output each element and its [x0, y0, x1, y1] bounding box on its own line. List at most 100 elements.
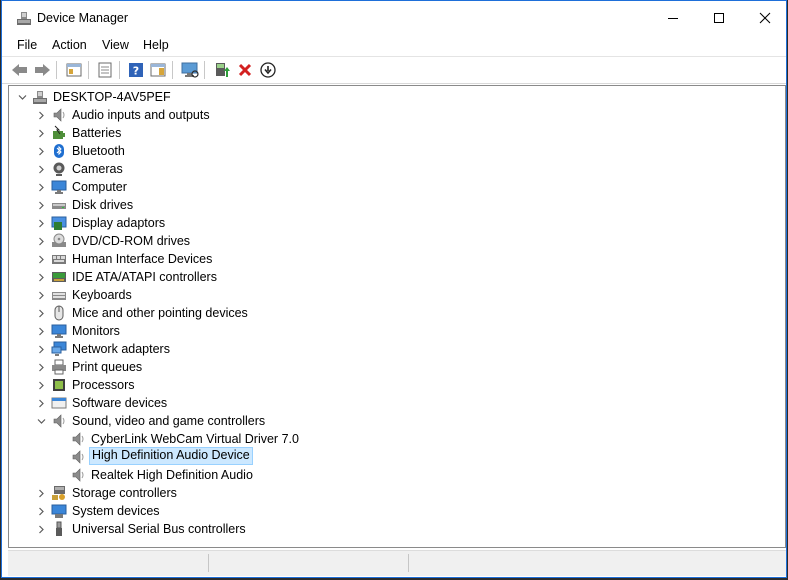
tree-category-storage-controllers[interactable]: Storage controllers	[9, 484, 769, 502]
maximize-icon	[714, 13, 724, 23]
system-icon	[51, 503, 67, 519]
expand-chevron-icon[interactable]	[36, 520, 46, 538]
toolbar-separator	[119, 61, 120, 79]
keyboard-icon	[51, 287, 67, 303]
tree-node-label: Mice and other pointing devices	[72, 306, 248, 320]
close-button[interactable]	[742, 1, 788, 35]
tree-node-label: Bluetooth	[72, 144, 125, 158]
uninstall-button[interactable]	[235, 60, 255, 80]
action-pane-icon	[150, 63, 166, 77]
expand-chevron-icon[interactable]	[36, 502, 46, 520]
tree-node-label: Print queues	[72, 360, 143, 374]
help-button[interactable]: ?	[126, 60, 146, 80]
display-adapter-icon	[51, 215, 67, 231]
monitor-icon	[51, 179, 67, 195]
toolbar-separator	[88, 61, 89, 79]
tree-category-keyboards[interactable]: Keyboards	[9, 286, 769, 304]
tree-root-computer[interactable]: DESKTOP-4AV5PEF	[9, 88, 769, 106]
svg-text:?: ?	[133, 65, 139, 78]
expand-chevron-icon[interactable]	[36, 322, 46, 340]
menu-file[interactable]: File	[17, 38, 37, 52]
expand-chevron-icon[interactable]	[36, 340, 46, 358]
bluetooth-icon	[51, 143, 67, 159]
tree-device-realtek-high-definition-audio[interactable]: Realtek High Definition Audio	[9, 466, 769, 484]
tree-category-disk-drives[interactable]: Disk drives	[9, 196, 769, 214]
expand-chevron-icon[interactable]	[36, 358, 46, 376]
tree-device-high-definition-audio-device[interactable]: High Definition Audio Device	[9, 447, 769, 466]
expand-chevron-icon[interactable]	[36, 214, 46, 232]
console-tree-button[interactable]	[64, 60, 84, 80]
collapse-chevron-icon[interactable]	[36, 412, 46, 430]
toolbar: ?	[2, 57, 786, 84]
device-tree[interactable]: DESKTOP-4AV5PEF Audio inputs and outputs B…	[8, 85, 786, 548]
tree-node-label: Storage controllers	[72, 486, 177, 500]
speaker-icon	[51, 413, 67, 429]
tree-device-cyberlink-webcam-virtual-driver-7-0[interactable]: CyberLink WebCam Virtual Driver 7.0	[9, 430, 769, 448]
tree-node-label: Batteries	[72, 126, 122, 140]
expand-chevron-icon[interactable]	[36, 142, 46, 160]
maximize-button[interactable]	[696, 1, 742, 35]
expand-chevron-icon[interactable]	[36, 178, 46, 196]
tree-node-label: Network adapters	[72, 342, 170, 356]
back-button[interactable]	[10, 60, 30, 80]
tree-category-network-adapters[interactable]: Network adapters	[9, 340, 769, 358]
tree-category-batteries[interactable]: Batteries	[9, 124, 769, 142]
tree-category-display-adaptors[interactable]: Display adaptors	[9, 214, 769, 232]
expand-chevron-icon[interactable]	[36, 484, 46, 502]
tree-category-bluetooth[interactable]: Bluetooth	[9, 142, 769, 160]
expand-chevron-icon[interactable]	[36, 160, 46, 178]
tree-category-monitors[interactable]: Monitors	[9, 322, 769, 340]
tree-category-print-queues[interactable]: Print queues	[9, 358, 769, 376]
tree-node-label: Processors	[72, 378, 135, 392]
tree-category-ide-ata-atapi-controllers[interactable]: IDE ATA/ATAPI controllers	[9, 268, 769, 286]
menu-action[interactable]: Action	[52, 38, 87, 52]
minimize-button[interactable]	[650, 1, 696, 35]
tree-category-system-devices[interactable]: System devices	[9, 502, 769, 520]
expand-chevron-icon[interactable]	[36, 232, 46, 250]
expand-chevron-icon[interactable]	[36, 304, 46, 322]
forward-button[interactable]	[32, 60, 52, 80]
expand-chevron-icon[interactable]	[36, 250, 46, 268]
update-driver-icon	[216, 63, 230, 77]
expand-chevron-icon[interactable]	[36, 124, 46, 142]
tree-node-label: Monitors	[72, 324, 120, 338]
menu-help[interactable]: Help	[143, 38, 169, 52]
expand-chevron-icon[interactable]	[36, 196, 46, 214]
tree-node-label: CyberLink WebCam Virtual Driver 7.0	[91, 432, 299, 446]
dvd-icon	[51, 233, 67, 249]
expand-chevron-icon[interactable]	[36, 286, 46, 304]
tree-category-cameras[interactable]: Cameras	[9, 160, 769, 178]
expand-chevron-icon[interactable]	[36, 268, 46, 286]
software-icon	[51, 395, 67, 411]
scan-hardware-button[interactable]	[180, 60, 200, 80]
properties-button[interactable]	[95, 60, 115, 80]
title-bar[interactable]: Device Manager	[2, 1, 786, 35]
tree-category-universal-serial-bus-controllers[interactable]: Universal Serial Bus controllers	[9, 520, 769, 538]
expand-chevron-icon[interactable]	[36, 106, 46, 124]
tree-category-sound-video-and-game-controllers[interactable]: Sound, video and game controllers	[9, 412, 769, 430]
collapse-chevron-icon[interactable]	[17, 88, 27, 106]
expand-chevron-icon[interactable]	[36, 394, 46, 412]
tree-category-computer[interactable]: Computer	[9, 178, 769, 196]
disable-button[interactable]	[258, 60, 278, 80]
scan-hardware-icon	[181, 62, 199, 78]
update-driver-button[interactable]	[212, 60, 232, 80]
usb-icon	[51, 521, 67, 537]
tree-category-mice-and-other-pointing-devices[interactable]: Mice and other pointing devices	[9, 304, 769, 322]
tree-node-label: Realtek High Definition Audio	[91, 468, 253, 482]
status-separator	[408, 554, 409, 572]
status-bar	[8, 550, 786, 576]
tree-category-processors[interactable]: Processors	[9, 376, 769, 394]
tree-node-label: Sound, video and game controllers	[72, 414, 266, 428]
speaker-icon	[70, 449, 86, 465]
tree-category-human-interface-devices[interactable]: Human Interface Devices	[9, 250, 769, 268]
menu-view[interactable]: View	[102, 38, 129, 52]
tree-category-software-devices[interactable]: Software devices	[9, 394, 769, 412]
back-arrow-icon	[12, 64, 27, 76]
tree-category-dvd-cd-rom-drives[interactable]: DVD/CD-ROM drives	[9, 232, 769, 250]
tree-category-audio-inputs-and-outputs[interactable]: Audio inputs and outputs	[9, 106, 769, 124]
action-pane-button[interactable]	[148, 60, 168, 80]
expand-chevron-icon[interactable]	[36, 376, 46, 394]
speaker-icon	[51, 107, 67, 123]
tree-node-label: IDE ATA/ATAPI controllers	[72, 270, 217, 284]
